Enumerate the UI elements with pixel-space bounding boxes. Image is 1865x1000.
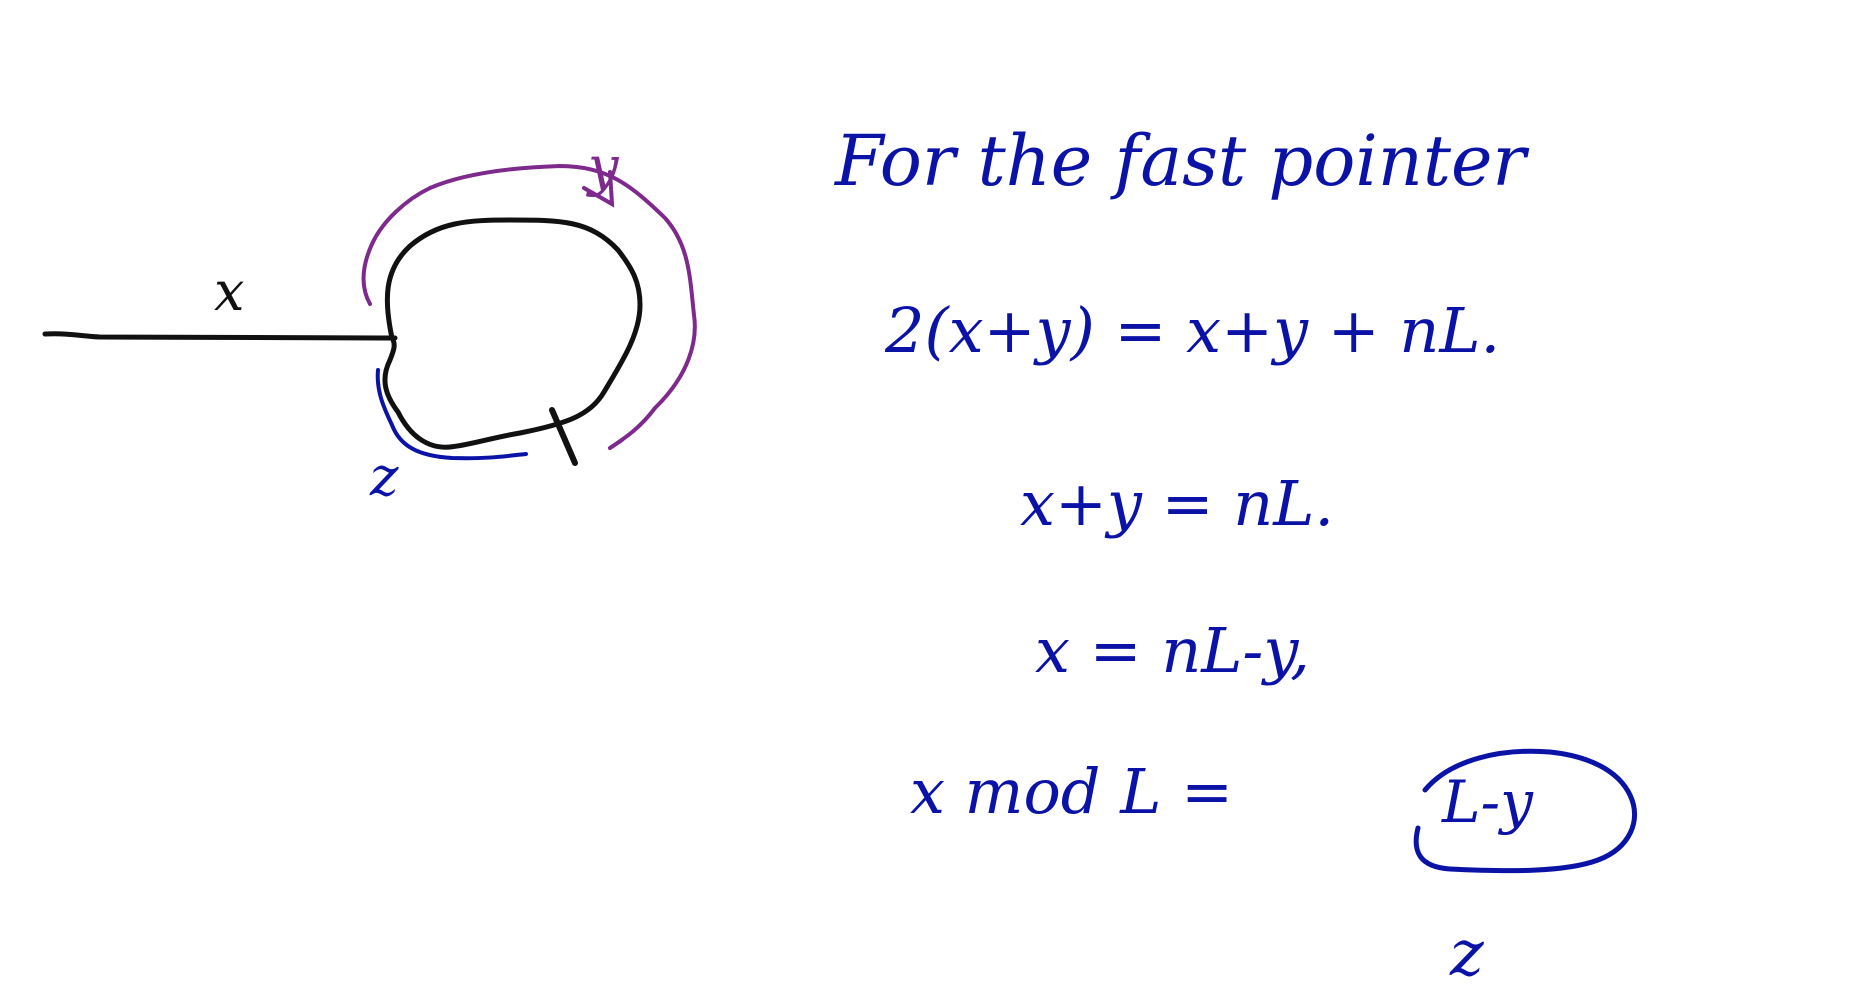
- equation-3: x = nL-y,: [1035, 614, 1310, 687]
- equation-4-left: x mod L =: [910, 755, 1233, 828]
- whiteboard-canvas: x y z For the fast pointer 2(x+y) = x+y …: [42, 120, 1637, 991]
- notes-title: For the fast pointer: [833, 120, 1529, 202]
- y-arc: [361, 164, 697, 450]
- equation-4-under: z: [1449, 917, 1485, 991]
- proof-notes: For the fast pointer 2(x+y) = x+y + nL. …: [833, 120, 1637, 991]
- equation-1: 2(x+y) = x+y + nL.: [884, 294, 1500, 367]
- linked-list-cycle-diagram: x y z: [42, 135, 697, 508]
- equation-2: x+y = nL.: [1020, 467, 1334, 540]
- label-z: z: [369, 445, 399, 508]
- equation-4-right: L-y: [1441, 768, 1534, 836]
- cycle-loop: [382, 217, 643, 450]
- label-x: x: [214, 260, 244, 323]
- label-y: y: [586, 135, 620, 198]
- tail-line: [42, 331, 398, 341]
- y-arc-head-2: [608, 438, 624, 450]
